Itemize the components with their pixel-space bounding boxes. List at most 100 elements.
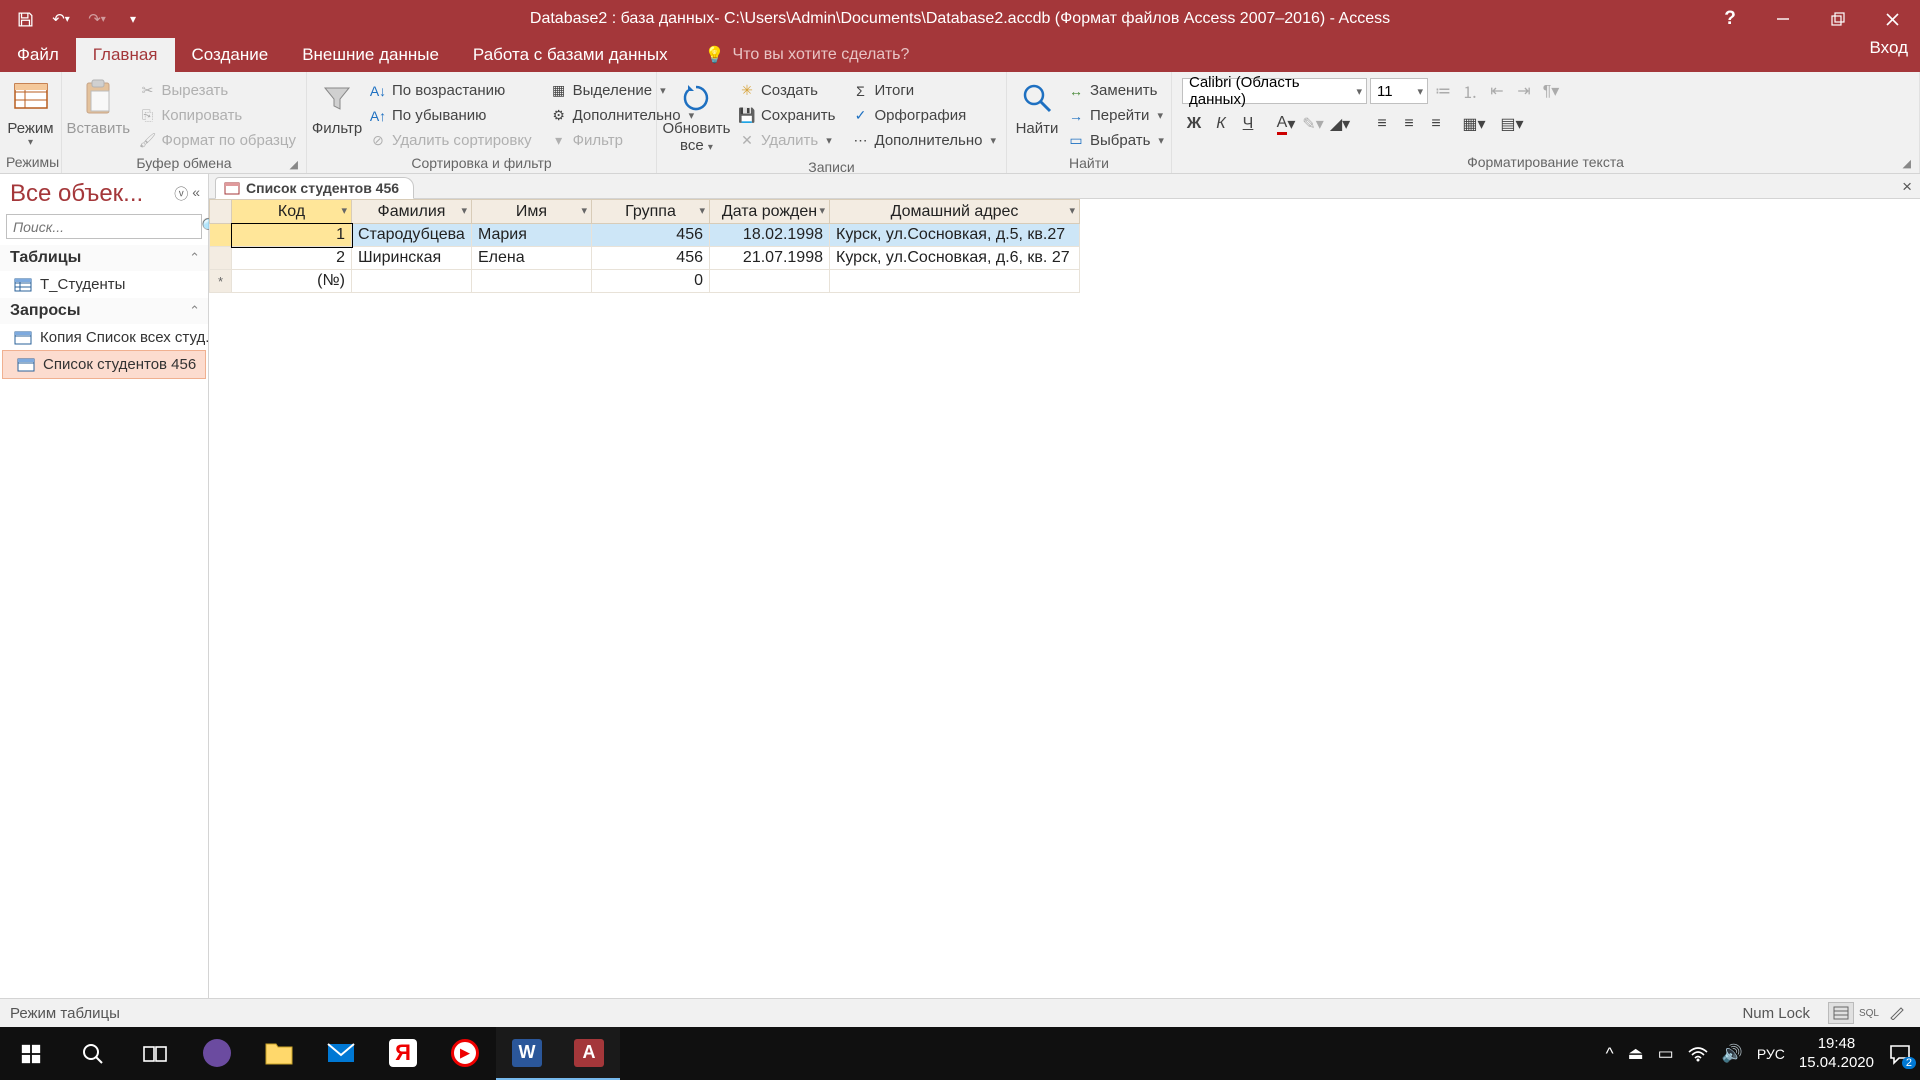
minimize-button[interactable] <box>1755 0 1810 38</box>
more-records-button[interactable]: ⋯Дополнительно <box>848 128 1001 153</box>
col-dropdown-icon[interactable]: ▾ <box>699 204 705 217</box>
bullets-button[interactable]: ≔ <box>1431 79 1455 103</box>
redo-icon[interactable]: ↷▾ <box>82 4 112 34</box>
close-object-button[interactable]: × <box>1902 177 1912 197</box>
fill-color-button[interactable]: ◢▾ <box>1328 112 1352 136</box>
taskbar-app-word[interactable]: W <box>496 1027 558 1080</box>
format-painter-button[interactable]: 🖌Формат по образцу <box>134 128 300 153</box>
col-header-id[interactable]: Код▾ <box>232 200 352 224</box>
find-button[interactable]: Найти <box>1013 76 1061 139</box>
cell-firstname[interactable]: Мария <box>472 224 592 247</box>
tray-wifi-icon[interactable] <box>1688 1046 1708 1062</box>
help-button[interactable]: ? <box>1705 0 1755 38</box>
tray-volume-icon[interactable]: 🔊 <box>1722 1044 1743 1064</box>
col-dropdown-icon[interactable]: ▾ <box>819 204 825 217</box>
save-icon[interactable] <box>10 4 40 34</box>
cell[interactable] <box>472 270 592 293</box>
totals-button[interactable]: ΣИтоги <box>848 78 1001 103</box>
taskbar-app-mail[interactable] <box>310 1027 372 1080</box>
tab-external-data[interactable]: Внешние данные <box>285 38 456 72</box>
search-taskbar-button[interactable] <box>62 1027 124 1080</box>
clipboard-dialog-launcher[interactable]: ◢ <box>290 158 298 171</box>
cell-address[interactable]: Курск, ул.Сосновкая, д.6, кв. 27 <box>830 247 1080 270</box>
cell-id-new[interactable]: (№) <box>232 270 352 293</box>
align-right-button[interactable]: ≡ <box>1424 112 1448 136</box>
cell[interactable] <box>352 270 472 293</box>
view-mode-button[interactable]: Режим ▾ <box>6 76 55 151</box>
start-button[interactable] <box>0 1027 62 1080</box>
font-size-combo[interactable]: 11 <box>1370 78 1428 104</box>
cell-lastname[interactable]: Стародубцева <box>352 224 472 247</box>
indent-inc-button[interactable]: ⇥ <box>1512 79 1536 103</box>
italic-button[interactable]: К <box>1209 112 1233 136</box>
taskbar-app-yandex-browser[interactable]: ▶ <box>434 1027 496 1080</box>
new-record-button[interactable]: ✳Создать <box>734 78 840 103</box>
tab-create[interactable]: Создание <box>175 38 286 72</box>
sign-in-link[interactable]: Вход <box>1870 38 1908 58</box>
nav-group-tables[interactable]: Таблицы ⌃ <box>0 245 208 271</box>
nav-search-box[interactable]: 🔍 <box>6 214 202 239</box>
cut-button[interactable]: ✂Вырезать <box>134 78 300 103</box>
select-all-cell[interactable] <box>210 200 232 224</box>
table-row[interactable]: 2 Ширинская Елена 456 21.07.1998 Курск, … <box>210 247 1080 270</box>
datasheet-view-switch[interactable] <box>1828 1002 1854 1024</box>
col-dropdown-icon[interactable]: ▾ <box>461 204 467 217</box>
format-dialog-launcher[interactable]: ◢ <box>1903 157 1911 170</box>
datasheet-grid[interactable]: Код▾ Фамилия▾ Имя▾ Группа▾ Дата рожден▾ … <box>209 199 1920 293</box>
restore-button[interactable] <box>1810 0 1865 38</box>
qat-customize-icon[interactable]: ▾ <box>118 4 148 34</box>
undo-icon[interactable]: ↶▾ <box>46 4 76 34</box>
cell-id[interactable]: 1 <box>232 224 352 247</box>
numbering-button[interactable]: ⒈ <box>1458 79 1482 103</box>
filter-button[interactable]: Фильтр <box>313 76 361 139</box>
text-dir-button[interactable]: ¶▾ <box>1539 79 1563 103</box>
nav-query-item-1[interactable]: Копия Список всех студ... <box>0 324 208 351</box>
align-left-button[interactable]: ≡ <box>1370 112 1394 136</box>
col-header-dob[interactable]: Дата рожден▾ <box>710 200 830 224</box>
new-row-indicator[interactable]: * <box>210 270 232 293</box>
goto-button[interactable]: →Перейти <box>1063 103 1168 128</box>
delete-record-button[interactable]: ✕Удалить <box>734 128 840 153</box>
taskbar-app-access[interactable]: A <box>558 1027 620 1080</box>
sort-desc-button[interactable]: A↑По убыванию <box>365 103 536 128</box>
paste-button[interactable]: Вставить <box>68 76 128 139</box>
nav-search-input[interactable] <box>7 219 201 235</box>
taskbar-app-yandex-disk[interactable] <box>186 1027 248 1080</box>
tray-clock[interactable]: 19:48 15.04.2020 <box>1799 1035 1874 1073</box>
tray-battery-icon[interactable]: ▭ <box>1658 1044 1674 1064</box>
row-selector[interactable] <box>210 247 232 270</box>
font-family-combo[interactable]: Calibri (Область данных) <box>1182 78 1367 104</box>
highlight-button[interactable]: ✎▾ <box>1301 112 1325 136</box>
close-button[interactable] <box>1865 0 1920 38</box>
tab-home[interactable]: Главная <box>76 38 175 72</box>
taskbar-app-explorer[interactable] <box>248 1027 310 1080</box>
row-selector[interactable] <box>210 224 232 247</box>
collapse-icon[interactable]: ⌃ <box>189 250 200 266</box>
design-view-switch[interactable] <box>1884 1002 1910 1024</box>
cell-dob[interactable]: 21.07.1998 <box>710 247 830 270</box>
col-header-group[interactable]: Группа▾ <box>592 200 710 224</box>
col-dropdown-icon[interactable]: ▾ <box>1069 204 1075 217</box>
underline-button[interactable]: Ч <box>1236 112 1260 136</box>
new-record-row[interactable]: * (№) 0 <box>210 270 1080 293</box>
tray-usb-icon[interactable]: ⏏ <box>1628 1044 1644 1064</box>
spelling-button[interactable]: ✓Орфография <box>848 103 1001 128</box>
cell-id[interactable]: 2 <box>232 247 352 270</box>
sort-asc-button[interactable]: A↓По возрастанию <box>365 78 536 103</box>
cell-lastname[interactable]: Ширинская <box>352 247 472 270</box>
select-button[interactable]: ▭Выбрать <box>1063 128 1168 153</box>
tab-database-tools[interactable]: Работа с базами данных <box>456 38 685 72</box>
cell-group-new[interactable]: 0 <box>592 270 710 293</box>
cell-group[interactable]: 456 <box>592 224 710 247</box>
taskbar-app-yandex[interactable]: Я <box>372 1027 434 1080</box>
align-center-button[interactable]: ≡ <box>1397 112 1421 136</box>
action-center-button[interactable]: 2 <box>1888 1043 1912 1065</box>
nav-group-queries[interactable]: Запросы ⌃ <box>0 298 208 324</box>
bold-button[interactable]: Ж <box>1182 112 1206 136</box>
copy-button[interactable]: ⎘Копировать <box>134 103 300 128</box>
task-view-button[interactable] <box>124 1027 186 1080</box>
cell-group[interactable]: 456 <box>592 247 710 270</box>
cell[interactable] <box>830 270 1080 293</box>
nav-query-item-2[interactable]: Список студентов 456 <box>2 350 206 379</box>
tray-language[interactable]: РУС <box>1757 1046 1785 1062</box>
